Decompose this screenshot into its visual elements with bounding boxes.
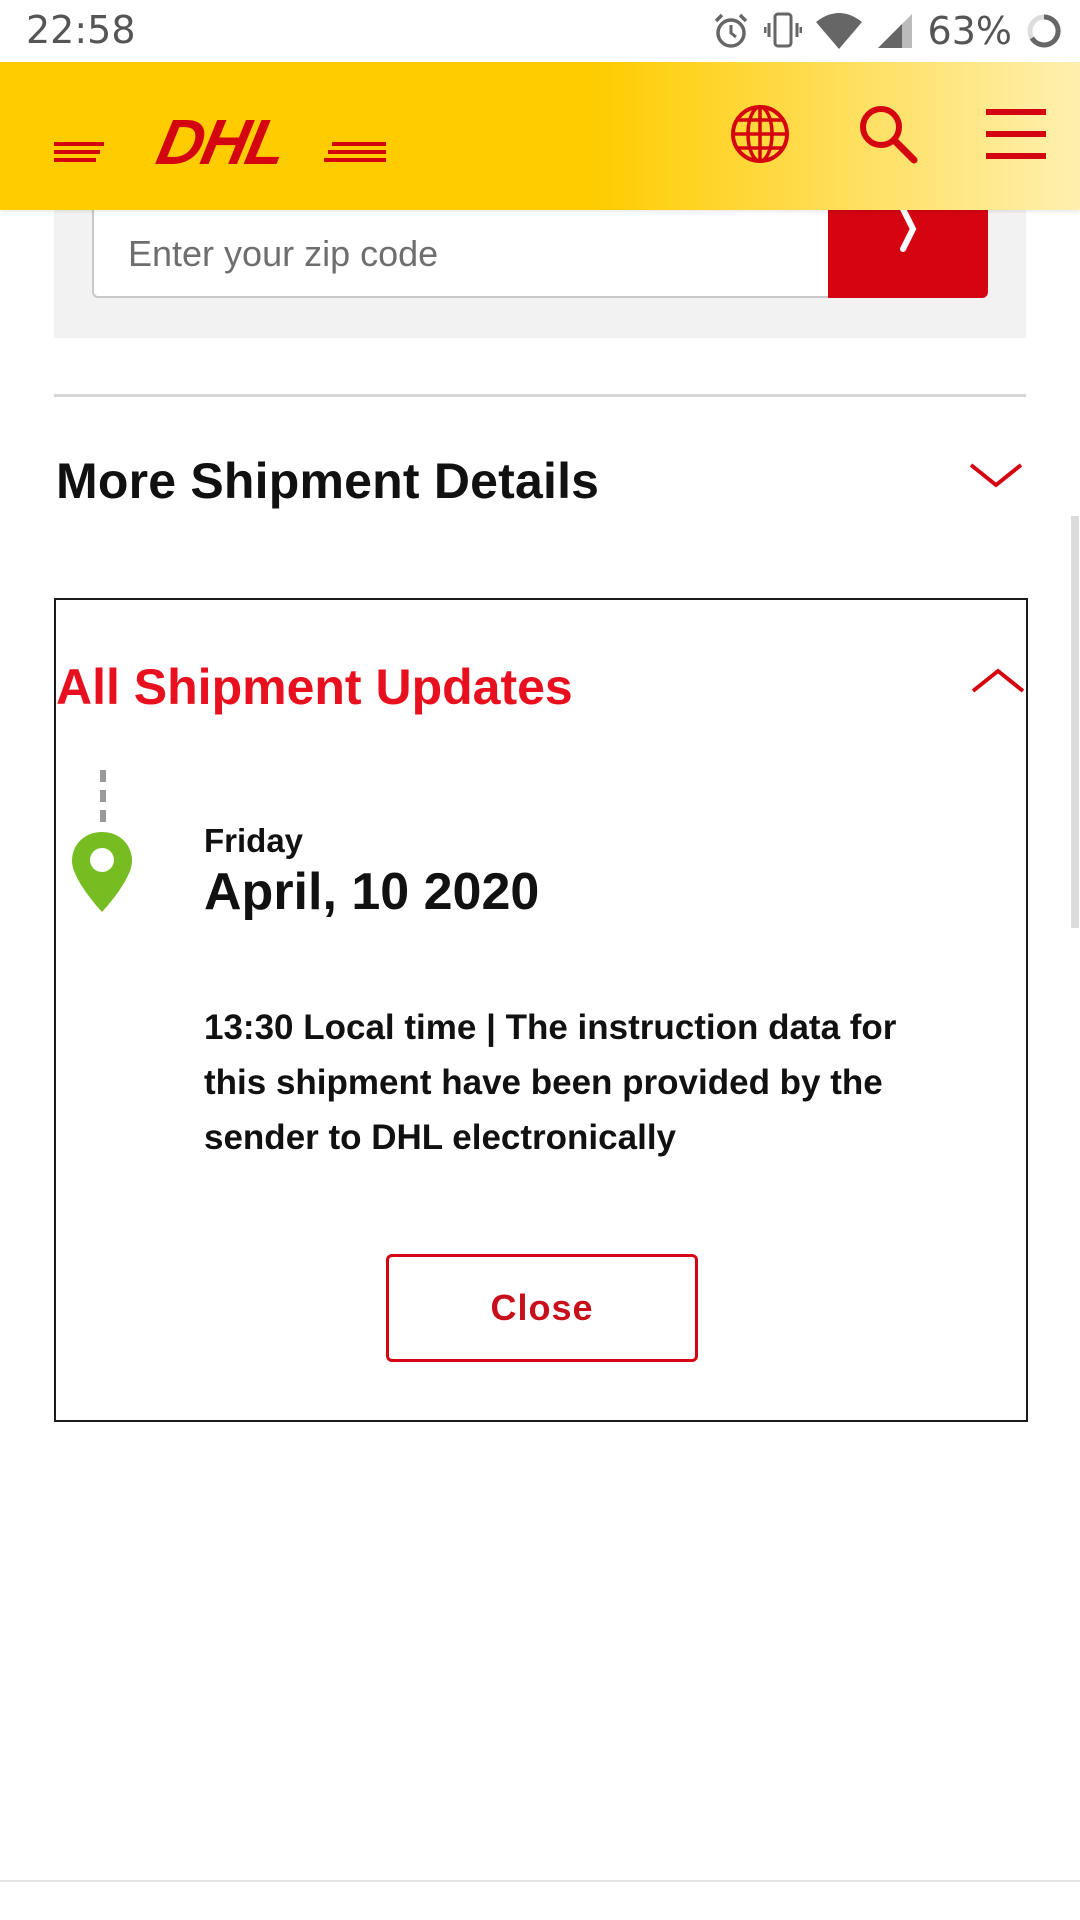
cell-signal-icon bbox=[877, 14, 912, 48]
search-icon[interactable] bbox=[856, 102, 920, 166]
more-shipment-details-title: More Shipment Details bbox=[56, 453, 600, 509]
page-scrollbar[interactable] bbox=[1071, 516, 1079, 928]
menu-icon[interactable] bbox=[984, 102, 1048, 166]
dhl-logo[interactable]: DHL bbox=[54, 102, 386, 179]
status-time: 22:58 bbox=[26, 8, 136, 52]
section-divider bbox=[54, 394, 1026, 397]
bottom-divider bbox=[0, 1880, 1080, 1882]
chevron-up-icon[interactable] bbox=[970, 666, 1026, 696]
chevron-right-icon bbox=[900, 206, 917, 252]
site-header: DHL bbox=[0, 62, 1080, 210]
status-icons: 63% bbox=[712, 6, 1062, 56]
event-description: 13:30 Local time | The instruction data … bbox=[204, 1008, 897, 1157]
timeline-dashed-line bbox=[100, 770, 106, 830]
battery-icon bbox=[1027, 14, 1061, 48]
dhl-logo-mark: DHL bbox=[54, 106, 386, 178]
location-pin-icon bbox=[72, 832, 132, 912]
shipment-updates-panel: All Shipment Updates Friday April, 10 20… bbox=[54, 598, 1028, 1422]
all-shipment-updates-title[interactable]: All Shipment Updates bbox=[56, 658, 573, 716]
event-date: April, 10 2020 bbox=[204, 863, 540, 921]
chevron-down-icon bbox=[969, 463, 1023, 488]
more-shipment-details-toggle[interactable]: More Shipment Details bbox=[54, 440, 1026, 520]
status-bar: 22:58 63% bbox=[0, 0, 1080, 62]
battery-percent: 63% bbox=[927, 9, 1012, 53]
svg-text:DHL: DHL bbox=[151, 106, 292, 174]
vibrate-icon bbox=[763, 12, 802, 48]
close-button[interactable]: Close bbox=[386, 1254, 698, 1362]
wifi-icon bbox=[815, 13, 862, 49]
globe-icon[interactable] bbox=[728, 102, 792, 166]
alarm-icon bbox=[714, 13, 747, 48]
event-day: Friday bbox=[204, 822, 304, 859]
